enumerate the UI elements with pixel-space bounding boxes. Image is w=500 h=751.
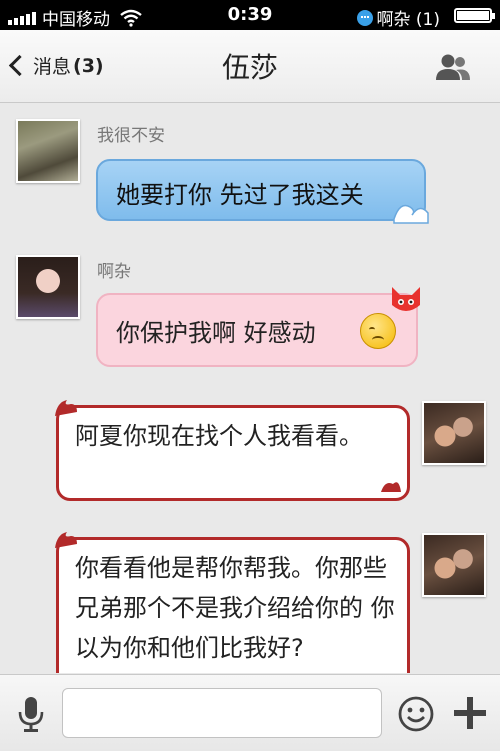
- message-bubble[interactable]: 你看看他是帮你帮我。你那些兄弟那个不是我介绍给你的 你以为你和他们比我好?: [55, 532, 410, 673]
- flame-decoration-icon: [55, 532, 77, 548]
- avatar[interactable]: [16, 119, 80, 183]
- status-bar: 中国移动 0:39 啊杂 (1): [0, 0, 500, 30]
- status-notification: 啊杂 (1): [356, 5, 440, 30]
- fox-sticker-icon: [392, 287, 420, 311]
- message-text: 她要打你 先过了我这关: [116, 181, 364, 209]
- avatar[interactable]: [422, 533, 486, 597]
- sender-name: 我很不安: [97, 126, 165, 146]
- qq-message-icon: [356, 9, 373, 26]
- chat-area[interactable]: 我很不安 她要打你 先过了我这关 啊杂 你保护我啊 好感动 阿夏你现在找个人我看…: [0, 103, 500, 673]
- microphone-icon[interactable]: [16, 695, 46, 733]
- page-title: 伍莎: [221, 51, 278, 84]
- wave-decoration-icon: [393, 204, 429, 224]
- emoji-smiley-icon[interactable]: [397, 695, 435, 733]
- flame-decoration-icon: [55, 400, 77, 416]
- message-text: 你看看他是帮你帮我。你那些兄弟那个不是我介绍给你的 你以为你和他们比我好?: [75, 554, 395, 662]
- contact-profile-icon[interactable]: [434, 52, 472, 82]
- avatar[interactable]: [422, 401, 486, 465]
- message-bubble[interactable]: 阿夏你现在找个人我看看。: [55, 400, 410, 501]
- sender-name: 啊杂: [97, 262, 131, 282]
- input-bar: [0, 674, 500, 751]
- flame-decoration-icon: [381, 482, 401, 492]
- message-input[interactable]: [62, 688, 382, 738]
- message-text: 阿夏你现在找个人我看看。: [75, 422, 363, 450]
- nav-bar: 消息 (3) 伍莎: [0, 30, 500, 103]
- battery-icon: [454, 8, 495, 23]
- plus-icon[interactable]: [452, 695, 488, 731]
- message-bubble[interactable]: 她要打你 先过了我这关: [96, 159, 429, 224]
- message-bubble[interactable]: 你保护我啊 好感动: [96, 287, 420, 367]
- notification-label: 啊杂 (1): [376, 10, 440, 30]
- sad-face-emoji-icon: [360, 313, 396, 349]
- avatar[interactable]: [16, 255, 80, 319]
